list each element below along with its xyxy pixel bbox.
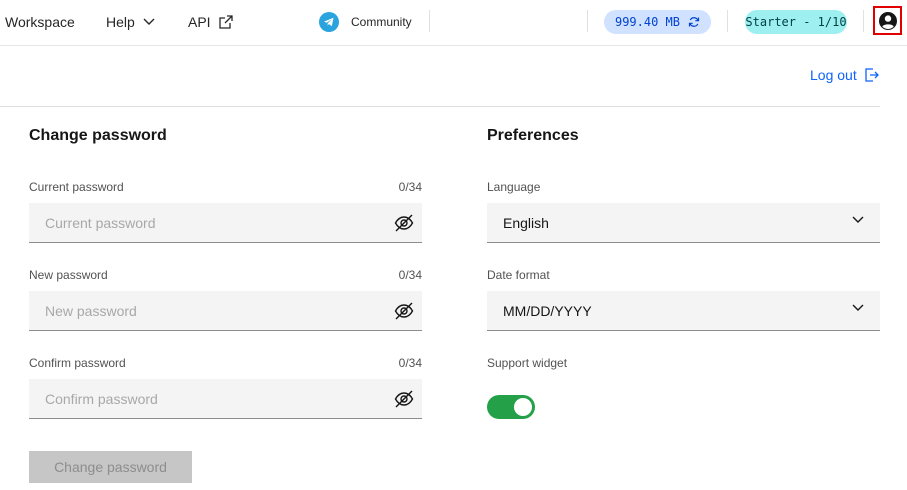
- date-format-value: MM/DD/YYYY: [503, 302, 592, 319]
- nav-api-label: API: [188, 14, 211, 30]
- plan-badge[interactable]: Starter - 1/10: [745, 10, 847, 34]
- community-link[interactable]: Community: [319, 0, 412, 44]
- header-divider: [429, 10, 430, 32]
- header-divider: [863, 10, 864, 32]
- logout-link[interactable]: Log out: [810, 66, 879, 84]
- change-password-title: Change password: [29, 127, 167, 144]
- preferences-title: Preferences: [487, 127, 579, 144]
- eye-off-icon[interactable]: [394, 213, 414, 233]
- nav-help-menu[interactable]: Help: [106, 0, 155, 44]
- new-password-input[interactable]: [29, 291, 422, 330]
- community-label: Community: [351, 15, 412, 29]
- telegram-icon: [319, 12, 339, 32]
- logout-icon: [865, 68, 879, 82]
- current-password-counter: 0/34: [398, 180, 422, 194]
- profile-button[interactable]: [873, 6, 902, 35]
- confirm-password-field: [29, 379, 422, 419]
- confirm-password-label: Confirm password: [29, 356, 126, 370]
- new-password-label: New password: [29, 268, 108, 282]
- language-label: Language: [487, 180, 541, 194]
- confirm-password-input[interactable]: [29, 379, 422, 418]
- date-format-select[interactable]: MM/DD/YYYY: [487, 291, 880, 331]
- header-divider: [587, 10, 588, 32]
- language-select[interactable]: English: [487, 203, 880, 243]
- chevron-down-icon: [852, 304, 864, 311]
- support-widget-toggle[interactable]: [487, 395, 535, 419]
- confirm-password-counter: 0/34: [398, 356, 422, 370]
- support-widget-label: Support widget: [487, 356, 568, 370]
- new-password-field: [29, 291, 422, 331]
- top-navigation-bar: Workspace Help API Community 999.40 MB S…: [0, 0, 907, 46]
- refresh-icon[interactable]: [688, 16, 700, 28]
- storage-usage-value: 999.40 MB: [614, 15, 681, 29]
- logout-label: Log out: [810, 67, 857, 83]
- chevron-down-icon: [143, 18, 155, 25]
- current-password-label: Current password: [29, 180, 124, 194]
- nav-workspace-link[interactable]: Workspace: [5, 0, 75, 44]
- language-value: English: [503, 214, 549, 231]
- header-divider: [727, 10, 728, 32]
- nav-api-link[interactable]: API: [188, 0, 233, 44]
- new-password-counter: 0/34: [398, 268, 422, 282]
- external-link-icon: [218, 15, 233, 29]
- eye-off-icon[interactable]: [394, 389, 414, 409]
- user-avatar-icon: [878, 11, 897, 30]
- eye-off-icon[interactable]: [394, 301, 414, 321]
- change-password-button[interactable]: Change password: [29, 451, 192, 483]
- nav-help-label: Help: [106, 14, 135, 30]
- current-password-field: [29, 203, 422, 243]
- chevron-down-icon: [852, 216, 864, 223]
- storage-usage-badge[interactable]: 999.40 MB: [604, 10, 711, 34]
- date-format-label: Date format: [487, 268, 550, 282]
- toggle-knob: [514, 398, 532, 416]
- section-divider: [0, 106, 880, 107]
- current-password-input[interactable]: [29, 203, 422, 242]
